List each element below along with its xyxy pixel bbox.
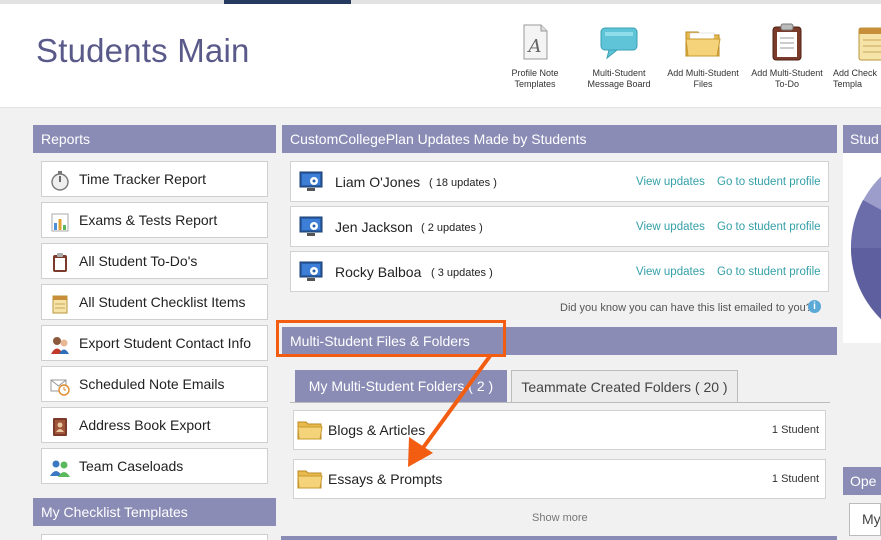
folder-name: Essays & Prompts bbox=[328, 471, 443, 487]
profile-note-templates-label: Profile Note Templates bbox=[511, 68, 559, 89]
page-title: Students Main bbox=[36, 32, 250, 69]
contacts-icon bbox=[50, 333, 70, 354]
go-to-student-profile-link[interactable]: Go to student profile bbox=[717, 221, 821, 233]
report-label: Exams & Tests Report bbox=[79, 212, 218, 228]
update-row: Rocky Balboa ( 3 updates ) View updates … bbox=[290, 251, 829, 292]
tab-my-multi-student-folders[interactable]: My Multi-Student Folders ( 2 ) bbox=[295, 370, 507, 403]
folder-icon bbox=[683, 22, 723, 62]
right-panel-heading: Stud bbox=[843, 125, 881, 153]
report-label: All Student To-Do's bbox=[79, 253, 198, 269]
report-time-tracker[interactable]: Time Tracker Report bbox=[41, 161, 268, 197]
folder-student-count: 1 Student bbox=[771, 473, 819, 485]
report-team-caseloads[interactable]: Team Caseloads bbox=[41, 448, 268, 484]
show-more-link[interactable]: Show more bbox=[532, 512, 588, 524]
report-label: Address Book Export bbox=[79, 417, 211, 433]
clipboard-icon bbox=[50, 251, 70, 272]
notepad-icon bbox=[50, 292, 70, 314]
pie-chart bbox=[843, 153, 881, 343]
student-name: Liam O'Jones bbox=[335, 174, 421, 190]
update-row: Liam O'Jones ( 18 updates ) View updates… bbox=[290, 161, 829, 202]
message-board-label: Multi-Student Message Board bbox=[587, 68, 651, 89]
info-icon[interactable]: i bbox=[808, 300, 821, 313]
add-multi-student-todo-label: Add Multi-Student To-Do bbox=[751, 68, 823, 89]
stopwatch-icon bbox=[50, 169, 70, 191]
checklist-icon bbox=[853, 22, 881, 62]
computer-gear-icon bbox=[299, 261, 323, 283]
clipboard-icon bbox=[767, 22, 807, 62]
update-count: ( 2 updates ) bbox=[421, 222, 483, 234]
next-panel-header bbox=[281, 536, 837, 540]
report-label: Team Caseloads bbox=[79, 458, 184, 474]
report-all-student-todos[interactable]: All Student To-Do's bbox=[41, 243, 268, 279]
add-checklist-templates-label: Add Check Templa bbox=[833, 68, 878, 89]
student-name: Jen Jackson bbox=[335, 219, 413, 235]
report-all-student-checklist-items[interactable]: All Student Checklist Items bbox=[41, 284, 268, 320]
view-updates-link[interactable]: View updates bbox=[636, 266, 705, 278]
update-count: ( 18 updates ) bbox=[429, 177, 497, 189]
report-address-book-export[interactable]: Address Book Export bbox=[41, 407, 268, 443]
report-label: Export Student Contact Info bbox=[79, 335, 251, 351]
tab-teammate-created-folders[interactable]: Teammate Created Folders ( 20 ) bbox=[511, 370, 738, 403]
profile-note-templates-button[interactable]: A Profile Note Templates bbox=[497, 22, 573, 90]
message-board-icon bbox=[599, 22, 639, 62]
go-to-student-profile-link[interactable]: Go to student profile bbox=[717, 176, 821, 188]
student-name: Rocky Balboa bbox=[335, 264, 422, 280]
add-checklist-templates-button[interactable]: Add Check Templa bbox=[833, 22, 881, 90]
update-count: ( 3 updates ) bbox=[431, 267, 493, 279]
view-updates-link[interactable]: View updates bbox=[636, 176, 705, 188]
checklist-templates-heading: My Checklist Templates bbox=[33, 498, 276, 526]
page-header: Students Main A Profile Note Templates M… bbox=[0, 4, 881, 108]
address-book-icon bbox=[50, 415, 70, 436]
view-updates-link[interactable]: View updates bbox=[636, 221, 705, 233]
scheduled-email-icon bbox=[50, 374, 70, 396]
bar-chart-icon bbox=[50, 210, 70, 232]
computer-gear-icon bbox=[299, 216, 323, 238]
report-exams-tests[interactable]: Exams & Tests Report bbox=[41, 202, 268, 238]
profile-note-templates-icon: A bbox=[515, 22, 555, 62]
go-to-student-profile-link[interactable]: Go to student profile bbox=[717, 266, 821, 278]
folder-row[interactable]: Essays & Prompts 1 Student bbox=[293, 459, 826, 499]
folder-icon bbox=[297, 469, 323, 489]
message-board-button[interactable]: Multi-Student Message Board bbox=[581, 22, 657, 90]
report-label: Time Tracker Report bbox=[79, 171, 207, 187]
folder-row[interactable]: Blogs & Articles 1 Student bbox=[293, 410, 826, 450]
report-label: Scheduled Note Emails bbox=[79, 376, 225, 392]
checklist-templates-list bbox=[41, 534, 268, 540]
report-label: All Student Checklist Items bbox=[79, 294, 246, 310]
add-multi-student-files-label: Add Multi-Student Files bbox=[667, 68, 739, 89]
computer-gear-icon bbox=[299, 171, 323, 193]
highlight-annotation bbox=[276, 320, 506, 357]
updates-heading: CustomCollegePlan Updates Made by Studen… bbox=[282, 125, 837, 153]
team-icon bbox=[50, 456, 70, 477]
add-multi-student-todo-button[interactable]: Add Multi-Student To-Do bbox=[749, 22, 825, 90]
tab-divider bbox=[290, 402, 830, 403]
right-panel-tab[interactable]: My bbox=[849, 503, 881, 536]
svg-text:A: A bbox=[527, 36, 542, 57]
report-export-student-contact-info[interactable]: Export Student Contact Info bbox=[41, 325, 268, 361]
folder-name: Blogs & Articles bbox=[328, 422, 426, 438]
email-list-note: Did you know you can have this list emai… bbox=[560, 302, 812, 314]
reports-heading: Reports bbox=[33, 125, 276, 153]
add-multi-student-files-button[interactable]: Add Multi-Student Files bbox=[665, 22, 741, 90]
folder-icon bbox=[297, 420, 323, 440]
right-panel-heading-2: Ope bbox=[843, 467, 881, 495]
update-row: Jen Jackson ( 2 updates ) View updates G… bbox=[290, 206, 829, 247]
folder-student-count: 1 Student bbox=[771, 424, 819, 436]
report-scheduled-note-emails[interactable]: Scheduled Note Emails bbox=[41, 366, 268, 402]
